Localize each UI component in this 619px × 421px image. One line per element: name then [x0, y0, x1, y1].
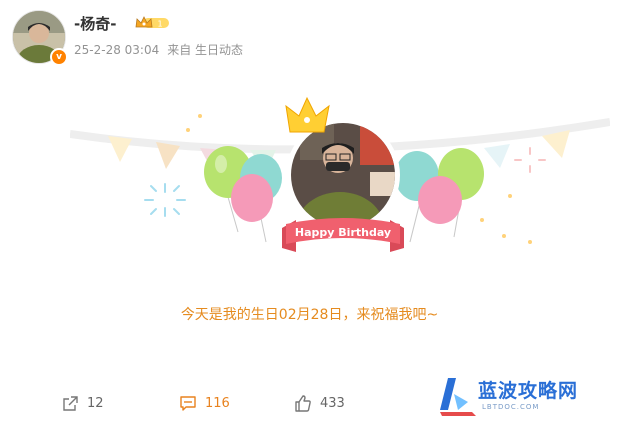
- like-icon: [295, 394, 311, 412]
- comment-button[interactable]: 116: [179, 392, 230, 414]
- share-button[interactable]: 12: [62, 392, 104, 414]
- comment-count: 116: [205, 395, 230, 411]
- watermark: 蓝波攻略网 LBTDOC.COM: [438, 376, 614, 420]
- share-count: 12: [87, 395, 104, 411]
- crown-level-icon[interactable]: 1: [135, 16, 171, 30]
- share-icon: [63, 395, 78, 411]
- comment-icon: [180, 395, 196, 411]
- like-count: 433: [320, 395, 345, 411]
- watermark-logo-icon: [440, 378, 476, 416]
- birthday-card[interactable]: Happy Birthday: [69, 92, 611, 282]
- post-date[interactable]: 25-2-28 03:04: [74, 43, 159, 57]
- like-button[interactable]: 433: [294, 392, 345, 414]
- post-meta: 25-2-28 03:04 来自 生日动态: [74, 41, 251, 58]
- svg-text:1: 1: [157, 20, 162, 29]
- post-caption: 今天是我的生日02月28日，来祝福我吧~: [180, 307, 439, 323]
- watermark-title: 蓝波攻略网: [478, 380, 579, 402]
- post-source: 来自 生日动态: [167, 43, 244, 57]
- birthday-banner-text: Happy Birthday: [294, 226, 392, 239]
- verified-v-icon: v: [50, 48, 68, 66]
- watermark-subtitle: LBTDOC.COM: [482, 403, 540, 411]
- author-name[interactable]: -杨奇-: [74, 13, 116, 34]
